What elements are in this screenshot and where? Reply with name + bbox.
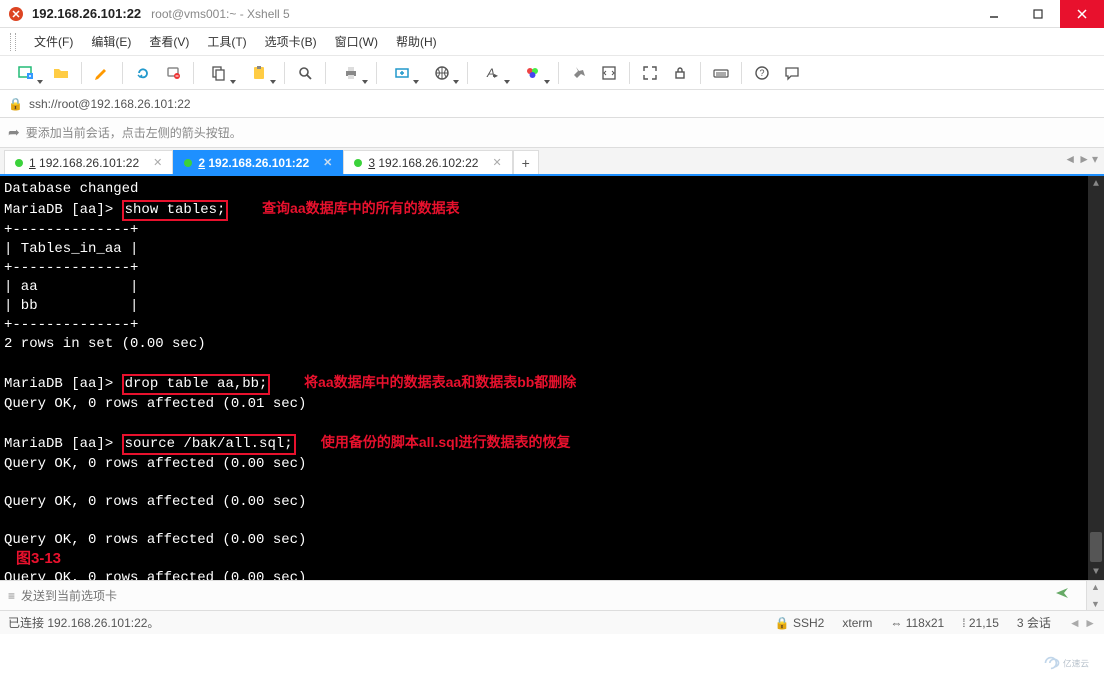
window-titlebar: 192.168.26.101:22 root@vms001:~ - Xshell… — [0, 0, 1104, 28]
hl-show-tables: show tables; — [122, 200, 229, 221]
compose-bar: ≡ ▲▼ — [0, 580, 1104, 610]
menubar: 文件(F) 编辑(E) 查看(V) 工具(T) 选项卡(B) 窗口(W) 帮助(… — [0, 28, 1104, 56]
watermark: 亿速云 — [1040, 651, 1100, 678]
toolbar-sep — [193, 62, 194, 84]
scroll-thumb[interactable] — [1090, 532, 1102, 562]
menu-window[interactable]: 窗口(W) — [333, 31, 380, 52]
menu-file[interactable]: 文件(F) — [32, 31, 75, 52]
tab-close-icon[interactable]: ✕ — [323, 156, 332, 169]
annotation-1: 查询aa数据库中的所有的数据表 — [262, 200, 460, 216]
status-dot-icon — [184, 159, 192, 167]
open-button[interactable] — [48, 60, 74, 86]
status-nav[interactable]: ◄ ► — [1069, 616, 1096, 630]
chat-button[interactable] — [779, 60, 805, 86]
svg-text:亿速云: 亿速云 — [1063, 657, 1089, 668]
fullscreen-button[interactable] — [637, 60, 663, 86]
lock-button[interactable] — [667, 60, 693, 86]
menu-help[interactable]: 帮助(H) — [394, 31, 439, 52]
address-url[interactable]: ssh://root@192.168.26.101:22 — [29, 97, 191, 111]
search-button[interactable] — [292, 60, 318, 86]
transfer-button[interactable] — [384, 60, 420, 86]
hl-drop-table: drop table aa,bb; — [122, 374, 271, 395]
menu-view[interactable]: 查看(V) — [147, 31, 191, 52]
menu-tabs[interactable]: 选项卡(B) — [263, 31, 319, 52]
status-bar: 已连接 192.168.26.101:22。 🔒 SSH2 xterm ⇔ 11… — [0, 610, 1104, 634]
toolbar-sep — [122, 62, 123, 84]
maximize-button[interactable] — [1016, 0, 1060, 28]
minimize-button[interactable] — [972, 0, 1016, 28]
tab-nav: ◄ ► ▾ — [1064, 152, 1098, 166]
reconnect-button[interactable] — [130, 60, 156, 86]
paste-button[interactable] — [241, 60, 277, 86]
figure-caption: 图3-13 — [16, 549, 61, 568]
toolbar-sep — [558, 62, 559, 84]
color-button[interactable] — [515, 60, 551, 86]
scroll-up-icon[interactable]: ▲ — [1088, 176, 1104, 192]
menubar-grip — [10, 33, 16, 51]
session-tab-2[interactable]: 2 192.168.26.101:22 ✕ — [173, 150, 343, 174]
terminal[interactable]: Database changed MariaDB [aa]> show tabl… — [0, 176, 1104, 580]
session-tab-1[interactable]: 1 192.168.26.101:22 ✕ — [4, 150, 173, 174]
script-button[interactable] — [596, 60, 622, 86]
pin-icon[interactable]: ➦ — [8, 124, 20, 141]
hint-text: 要添加当前会话，点击左侧的箭头按钮。 — [26, 124, 242, 141]
status-size: ⇔ 118x21 — [890, 616, 944, 630]
keyboard-button[interactable] — [708, 60, 734, 86]
annotation-2: 将aa数据库中的数据表aa和数据表bb都删除 — [304, 374, 576, 390]
menu-tools[interactable]: 工具(T) — [205, 31, 248, 52]
compose-scroll[interactable]: ▲▼ — [1086, 581, 1104, 610]
disconnect-button[interactable] — [160, 60, 186, 86]
status-protocol: 🔒 SSH2 — [775, 616, 825, 630]
tab-close-icon[interactable]: ✕ — [492, 156, 501, 169]
status-dot-icon — [15, 159, 23, 167]
copy-button[interactable] — [201, 60, 237, 86]
help-button[interactable]: ? — [749, 60, 775, 86]
toolbar-sep — [700, 62, 701, 84]
print-button[interactable] — [333, 60, 369, 86]
toolbar-sep — [325, 62, 326, 84]
edit-button[interactable] — [89, 60, 115, 86]
status-cursor: ⁞ 21,15 — [962, 616, 999, 630]
title-path: root@vms001:~ - Xshell 5 — [151, 7, 290, 21]
svg-text:?: ? — [760, 68, 765, 78]
language-button[interactable] — [424, 60, 460, 86]
new-tab-button[interactable]: + — [513, 150, 539, 174]
status-dot-icon — [354, 159, 362, 167]
scroll-down-icon[interactable]: ▼ — [1088, 564, 1104, 580]
compose-icon: ≡ — [8, 589, 15, 603]
session-tab-3[interactable]: 3 192.168.26.102:22 ✕ — [343, 150, 512, 174]
tools-button[interactable] — [566, 60, 592, 86]
toolbar-sep — [629, 62, 630, 84]
svg-text:▸: ▸ — [494, 71, 498, 80]
terminal-scrollbar[interactable]: ▲ ▼ — [1088, 176, 1104, 580]
font-button[interactable]: A▸ — [475, 60, 511, 86]
hint-bar: ➦ 要添加当前会话，点击左侧的箭头按钮。 — [0, 118, 1104, 148]
address-bar: 🔒 ssh://root@192.168.26.101:22 — [0, 90, 1104, 118]
send-button[interactable] — [1054, 585, 1070, 604]
toolbar-sep — [284, 62, 285, 84]
terminal-content: Database changed MariaDB [aa]> show tabl… — [4, 180, 1100, 580]
close-button[interactable] — [1060, 0, 1104, 28]
toolbar-sep — [467, 62, 468, 84]
tab-strip: 1 192.168.26.101:22 ✕ 2 192.168.26.101:2… — [0, 148, 1104, 176]
toolbar-sep — [376, 62, 377, 84]
new-session-button[interactable] — [8, 60, 44, 86]
app-icon — [8, 6, 24, 22]
menu-edit[interactable]: 编辑(E) — [89, 31, 133, 52]
compose-input[interactable] — [21, 589, 1096, 603]
lock-icon: 🔒 — [8, 97, 23, 111]
toolbar-sep — [81, 62, 82, 84]
status-sessions: 3 会话 — [1017, 614, 1051, 631]
toolbar-sep — [741, 62, 742, 84]
tab-list-icon[interactable]: ▾ — [1092, 152, 1098, 166]
tab-prev-icon[interactable]: ◄ — [1064, 152, 1076, 166]
title-host: 192.168.26.101:22 — [32, 6, 141, 21]
annotation-3: 使用备份的脚本all.sql进行数据表的恢复 — [321, 434, 571, 450]
status-term: xterm — [842, 616, 872, 630]
hl-source: source /bak/all.sql; — [122, 434, 296, 455]
toolbar: A▸ ? — [0, 56, 1104, 90]
tab-close-icon[interactable]: ✕ — [153, 156, 162, 169]
status-connection: 已连接 192.168.26.101:22。 — [8, 614, 757, 631]
tab-next-icon[interactable]: ► — [1078, 152, 1090, 166]
